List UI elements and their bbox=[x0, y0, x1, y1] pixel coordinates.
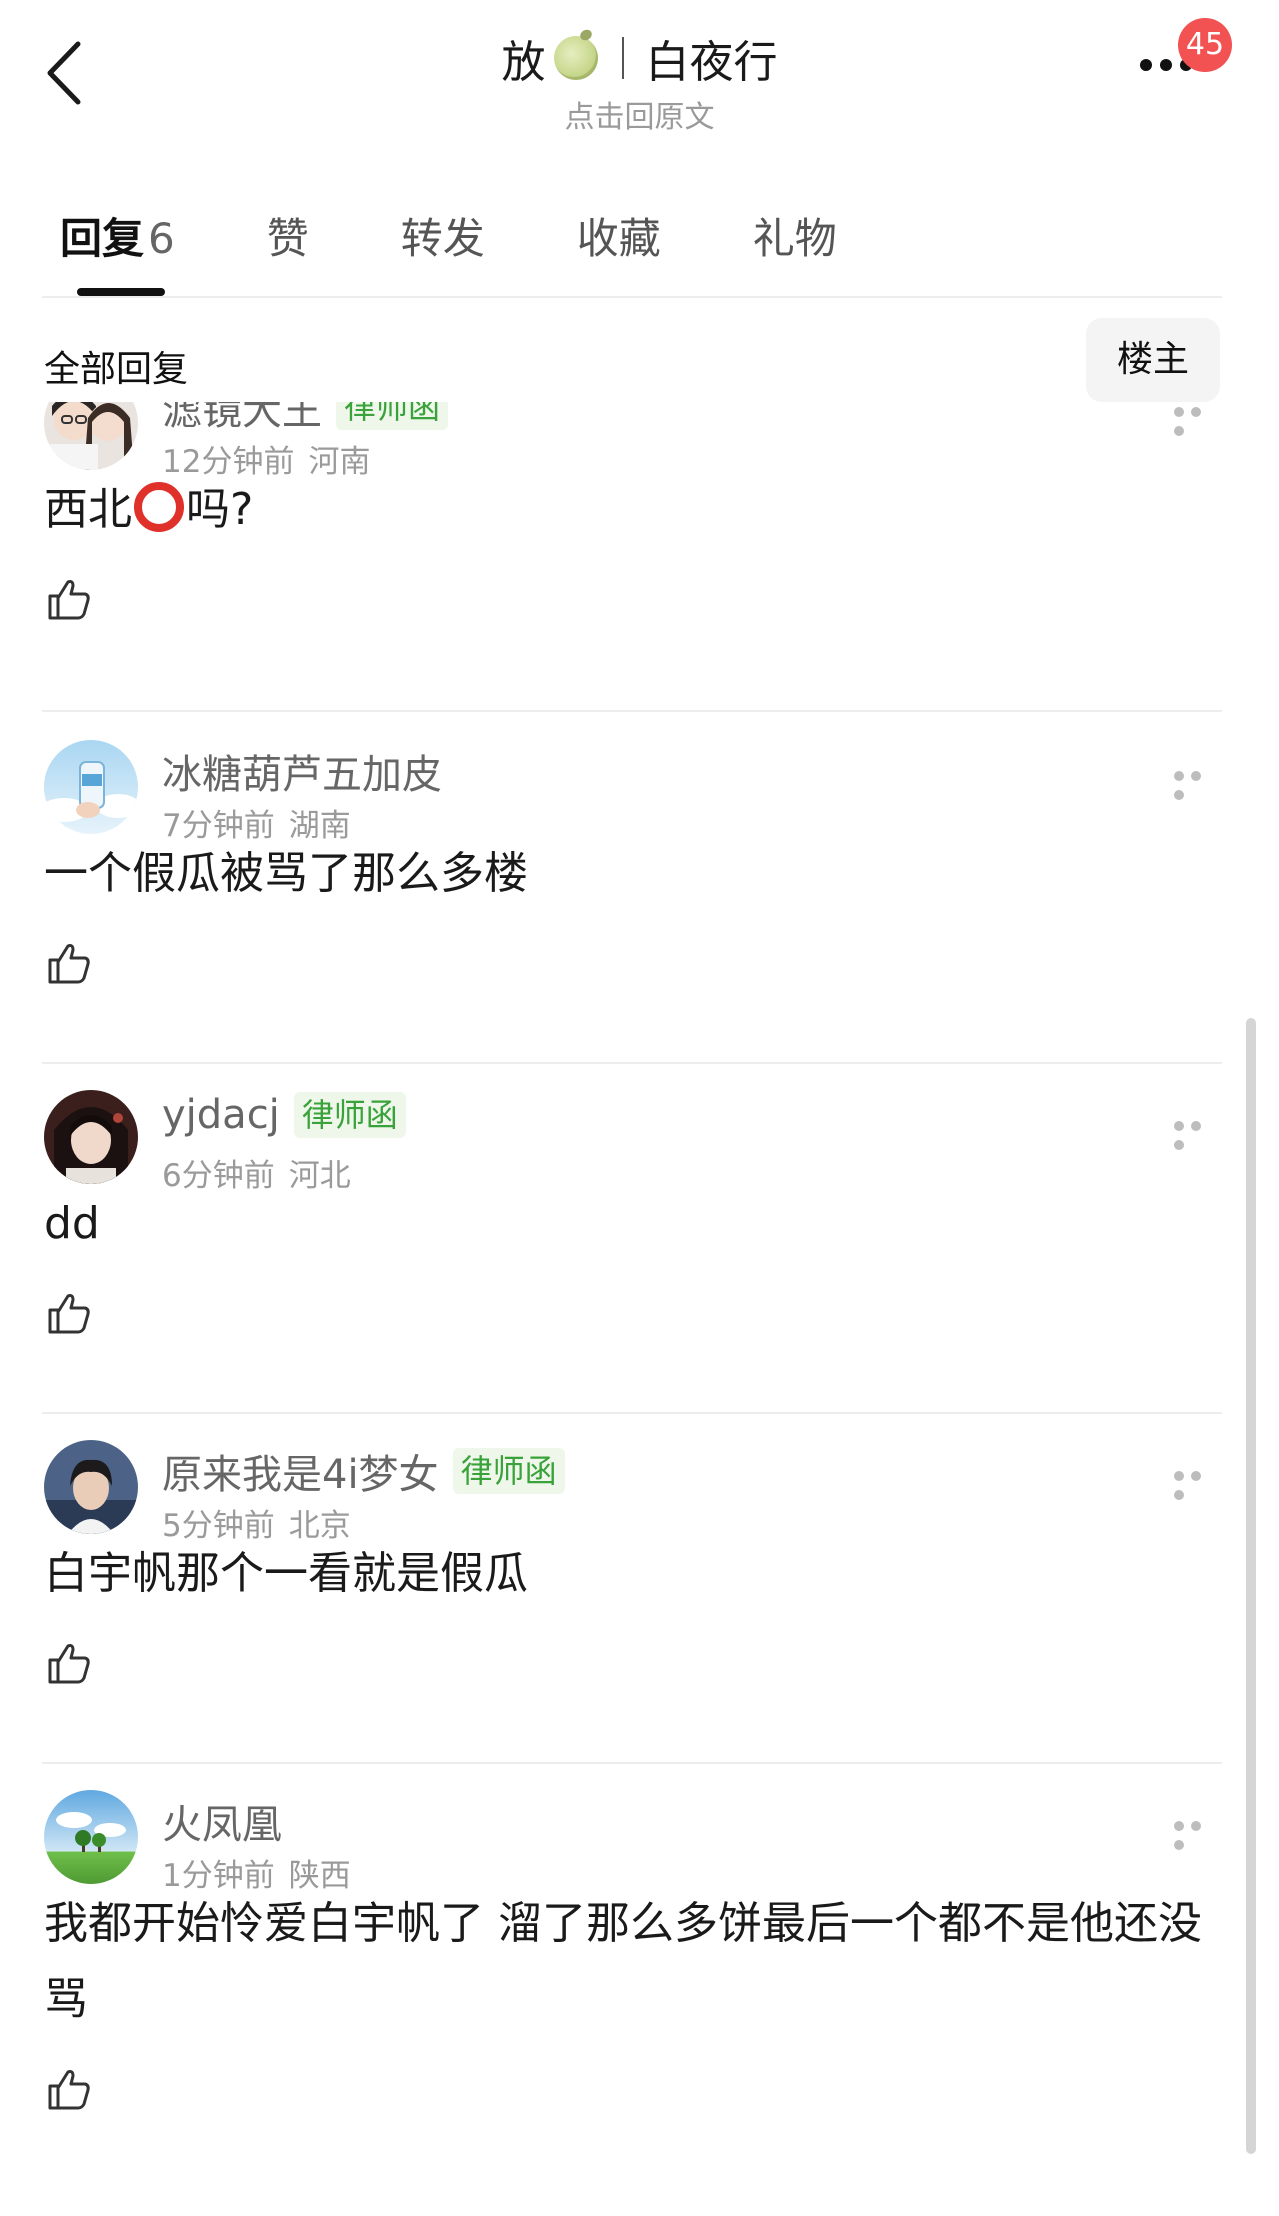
comment-text-part: 吗? bbox=[186, 484, 254, 535]
tab-bar: 回复6 赞 转发 收藏 礼物 bbox=[60, 200, 929, 270]
username: 原来我是4i梦女 bbox=[162, 1452, 439, 1498]
avatar[interactable] bbox=[44, 740, 138, 834]
avatar[interactable] bbox=[44, 1440, 138, 1534]
notification-badge: 45 bbox=[1178, 18, 1232, 72]
comment-text: dd bbox=[44, 1198, 100, 1249]
comment-more-icon[interactable] bbox=[1174, 766, 1224, 800]
username-row[interactable]: 滤镜大王 律师函 bbox=[162, 402, 449, 436]
thumbs-up-icon[interactable] bbox=[46, 2066, 92, 2112]
melon-icon bbox=[553, 36, 598, 80]
user-tag-badge: 律师函 bbox=[336, 402, 449, 430]
divider bbox=[42, 1062, 1222, 1064]
divider bbox=[42, 1412, 1222, 1414]
divider bbox=[42, 1762, 1222, 1764]
comment-text: 白宇帆那个一看就是假瓜 bbox=[44, 1548, 528, 1599]
avatar[interactable] bbox=[44, 1090, 138, 1184]
user-tag-badge: 律师函 bbox=[452, 1448, 565, 1494]
comment-text: 一个假瓜被骂了那么多楼 bbox=[44, 848, 528, 899]
tab-favorites[interactable]: 收藏 bbox=[577, 205, 661, 266]
thumbs-up-icon[interactable] bbox=[46, 1290, 92, 1336]
post-title-area[interactable]: 放 白夜行 点击回原文 bbox=[0, 26, 1279, 136]
username-row[interactable]: yjdacj 律师函 bbox=[162, 1092, 406, 1138]
divider bbox=[42, 296, 1222, 298]
username: 冰糖葫芦五加皮 bbox=[162, 752, 442, 798]
red-circle-emoji bbox=[134, 482, 184, 532]
username-row[interactable]: 原来我是4i梦女 律师函 bbox=[162, 1442, 565, 1500]
thumbs-up-icon[interactable] bbox=[46, 576, 92, 622]
comment-text: 我都开始怜爱白宇帆了 溜了那么多饼最后一个都不是他还没骂 bbox=[44, 1898, 1202, 2025]
tab-replies[interactable]: 回复6 bbox=[60, 205, 175, 266]
comment-text: 西北 吗? bbox=[44, 472, 1204, 548]
avatar[interactable] bbox=[44, 1790, 138, 1884]
tab-gifts[interactable]: 礼物 bbox=[753, 205, 837, 266]
user-tag-badge: 律师函 bbox=[293, 1092, 406, 1138]
comment-more-icon[interactable] bbox=[1174, 1116, 1224, 1150]
comment-list[interactable]: 滤镜大王 律师函 12分钟前 河南 西北 吗? 冰糖葫芦五加皮 7分钟前 湖南 … bbox=[0, 402, 1279, 2216]
tab-replies-count: 6 bbox=[148, 213, 175, 263]
post-title: 放 白夜行 bbox=[502, 26, 778, 90]
scrollbar[interactable] bbox=[1246, 1018, 1256, 2154]
title-left: 放 bbox=[501, 37, 546, 88]
thumbs-up-icon[interactable] bbox=[46, 940, 92, 986]
tab-replies-label: 回复 bbox=[60, 213, 145, 263]
top-bar: 放 白夜行 点击回原文 45 bbox=[0, 0, 1279, 150]
comment-more-icon[interactable] bbox=[1174, 1466, 1224, 1500]
username: 火凤凰 bbox=[162, 1802, 282, 1848]
tab-likes[interactable]: 赞 bbox=[267, 205, 309, 266]
title-separator bbox=[621, 37, 624, 79]
username: 滤镜大王 bbox=[162, 402, 322, 434]
tab-reposts[interactable]: 转发 bbox=[401, 205, 485, 266]
author-only-button[interactable]: 楼主 bbox=[1086, 318, 1220, 402]
back-to-post-link[interactable]: 点击回原文 bbox=[0, 92, 1279, 136]
divider bbox=[42, 710, 1222, 712]
section-title: 全部回复 bbox=[44, 349, 189, 390]
comment-more-icon[interactable] bbox=[1174, 402, 1224, 436]
comment-text-part: 西北 bbox=[44, 484, 132, 535]
active-tab-indicator bbox=[77, 288, 165, 296]
title-right: 白夜行 bbox=[645, 37, 778, 88]
avatar[interactable] bbox=[44, 402, 138, 470]
thumbs-up-icon[interactable] bbox=[46, 1640, 92, 1686]
username-row[interactable]: 火凤凰 bbox=[162, 1792, 282, 1850]
username-row[interactable]: 冰糖葫芦五加皮 bbox=[162, 742, 442, 800]
username: yjdacj bbox=[162, 1092, 280, 1138]
comment-more-icon[interactable] bbox=[1174, 1816, 1224, 1850]
